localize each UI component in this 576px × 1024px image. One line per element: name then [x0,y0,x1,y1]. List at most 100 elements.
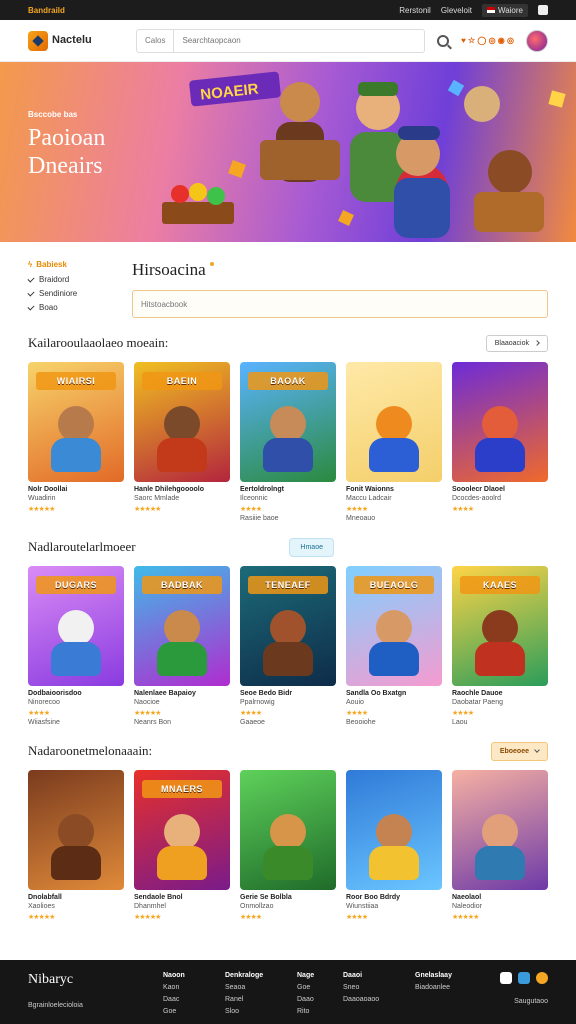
menu-icon[interactable] [538,5,548,15]
character-body [157,642,207,676]
game-card[interactable]: Fonit Waionns Maccu Ladcair ★★★★ Mneoauo [346,362,442,522]
game-title[interactable]: Dodbaioorisdoo [28,690,124,697]
footer-link[interactable]: Daac [163,996,215,1003]
game-thumbnail[interactable]: WIAIRSI [28,362,124,482]
game-card[interactable]: MNAERS Sendaole Bnol Dhanmhel ★★★★★ [134,770,230,921]
footer-link[interactable]: Ranel [225,996,287,1003]
footer-link[interactable]: Sneo [343,984,405,991]
footer-col-heading: Nage [297,972,315,979]
filter-search-input[interactable] [132,290,548,318]
logo[interactable]: Nactelu [28,30,124,51]
twitter-icon[interactable] [518,972,530,984]
game-title[interactable]: Sooolecr Dlaoel [452,486,548,493]
check-icon [27,302,35,311]
top-brand[interactable]: Bandraild [28,6,65,15]
search-category[interactable]: Calos [137,29,175,52]
camera-icon[interactable] [500,972,512,984]
section-header: Kailarooulaaolaeo moeain: Blaaoaciok [28,332,548,354]
game-title[interactable]: Hanle Dhilehgoooolo [134,486,230,493]
search-input[interactable] [174,36,425,45]
footer-link[interactable]: Rito [297,1008,333,1015]
language-selector[interactable]: Waiore [481,3,528,17]
star-rating: ★★★★★ [28,506,55,513]
game-card[interactable]: Gerie Se Bolbla Onmollzao ★★★★ [240,770,336,921]
filter-item[interactable]: Boao [27,302,114,312]
game-thumbnail[interactable]: BADBAK [134,566,230,686]
logo-text: Nactelu [52,34,92,46]
filter-item[interactable]: Braidord [27,274,114,284]
game-thumbnail[interactable]: BUEAOLG [346,566,442,686]
top-link-1[interactable]: Rerstonil [399,6,431,15]
game-card[interactable]: DUGARS Dodbaioorisdoo Ninorecoo ★★★★ Wiiasfs… [28,566,124,726]
game-card[interactable]: BAEIN Hanle Dhilehgoooolo Saorc Mmlade ★★★★… [134,362,230,522]
game-subtitle: Maccu Ladcair [346,495,392,502]
star-rating: ★★★★ [240,914,262,921]
game-title[interactable]: Sandla Oo Bxatgn [346,690,442,697]
game-thumbnail[interactable]: MNAERS [134,770,230,890]
game-title[interactable]: Raochle Dauoe [452,690,548,697]
game-title[interactable]: Eertoldrolngt [240,486,336,493]
game-title[interactable]: Fonit Waionns [346,486,442,493]
game-thumbnail[interactable] [28,770,124,890]
search-icon[interactable] [437,34,450,47]
top-bar: Bandraild Rerstonil Gleveloit Waiore [0,0,576,20]
footer-link[interactable]: Goe [163,1008,215,1015]
footer-link[interactable]: Seaoa [225,984,287,991]
game-title[interactable]: Gerie Se Bolbla [240,894,336,901]
star-rating: ★★★★ [240,506,262,513]
header-icon-links[interactable]: ♥ ☆ ◯ ◎ ◉ ◎ [461,36,514,45]
game-subtitle: Wiunstiiaa [346,903,379,910]
game-card[interactable]: WIAIRSI Nolr Doollai Wuadirin ★★★★★ [28,362,124,522]
game-thumbnail[interactable]: TENEAEF [240,566,336,686]
check-icon [27,288,35,297]
game-thumbnail[interactable]: BAOAK [240,362,336,482]
game-thumbnail[interactable] [346,770,442,890]
game-title[interactable]: Roor Boo Bdrdy [346,894,442,901]
top-link-2[interactable]: Gleveloit [441,6,472,15]
game-card[interactable]: BUEAOLG Sandla Oo Bxatgn Aouio ★★★★ Beooiohe [346,566,442,726]
section-header: Nadaroonetmelonaaain: Eboeoee [28,740,548,762]
game-thumbnail[interactable] [452,362,548,482]
footer-link[interactable]: Biadoanlee [415,984,475,991]
game-card[interactable]: BADBAK Nalenlaee Bapaioy Naocioe ★★★★★ Neanr… [134,566,230,726]
game-card[interactable]: KAAES Raochle Dauoe Daobatar Paeng ★★★★ Laou [452,566,548,726]
game-thumbnail[interactable] [240,770,336,890]
game-card[interactable]: BAOAK Eertoldrolngt Ilceonnic ★★★★ Rasiiie b… [240,362,336,522]
game-title[interactable]: Sendaole Bnol [134,894,230,901]
game-subtitle: Saorc Mmlade [134,495,180,502]
section-action-button[interactable]: Hmaoe [289,537,334,557]
game-title[interactable]: Nalenlaee Bapaioy [134,690,230,697]
game-subtitle: Dcocdes-aoolrd [452,495,502,502]
footer-link[interactable]: Daaoaoaoo [343,996,405,1003]
game-card[interactable]: Roor Boo Bdrdy Wiunstiiaa ★★★★ [346,770,442,921]
game-thumbnail[interactable]: KAAES [452,566,548,686]
game-thumbnail[interactable] [452,770,548,890]
game-thumbnail[interactable]: DUGARS [28,566,124,686]
game-title[interactable]: Nolr Doollai [28,486,124,493]
footer-link[interactable]: Daao [297,996,333,1003]
game-card[interactable]: Dnolabfall Xaolioes ★★★★★ [28,770,124,921]
game-title[interactable]: Naeolaol [452,894,548,901]
avatar[interactable] [526,29,548,52]
game-thumbnail[interactable] [346,362,442,482]
game-card[interactable]: Sooolecr Dlaoel Dcocdes-aoolrd ★★★★ [452,362,548,522]
footer-column: Gnelaslaay Biadoanlee [415,972,475,1012]
filter-item[interactable]: Sendiniore [27,288,114,298]
footer-link[interactable]: Sloo [225,1008,287,1015]
character-body [369,438,419,472]
game-card[interactable]: TENEAEF Seoe Bedo Bidr Ppalrnowig ★★★★ Gaaeo… [240,566,336,726]
game-thumbnail[interactable]: BAEIN [134,362,230,482]
footer-link[interactable]: Goe [297,984,333,991]
character-figure [263,814,313,880]
filter-dropdown[interactable]: Eboeoee [490,741,548,761]
section-title: Kailarooulaaolaeo moeain: [28,335,169,350]
character-body [51,438,101,472]
sort-dropdown[interactable]: Blaaoaciok [485,334,548,352]
lightning-icon: ϟ [28,260,33,269]
game-card[interactable]: Naeolaol Naleodior ★★★★★ [452,770,548,921]
game-title[interactable]: Dnolabfall [28,894,124,901]
footer-link[interactable]: Kaon [163,984,215,991]
fire-icon[interactable] [536,972,548,984]
footer-brand-sub: Bgrainloelecioloia [28,1002,83,1009]
game-title[interactable]: Seoe Bedo Bidr [240,690,336,697]
